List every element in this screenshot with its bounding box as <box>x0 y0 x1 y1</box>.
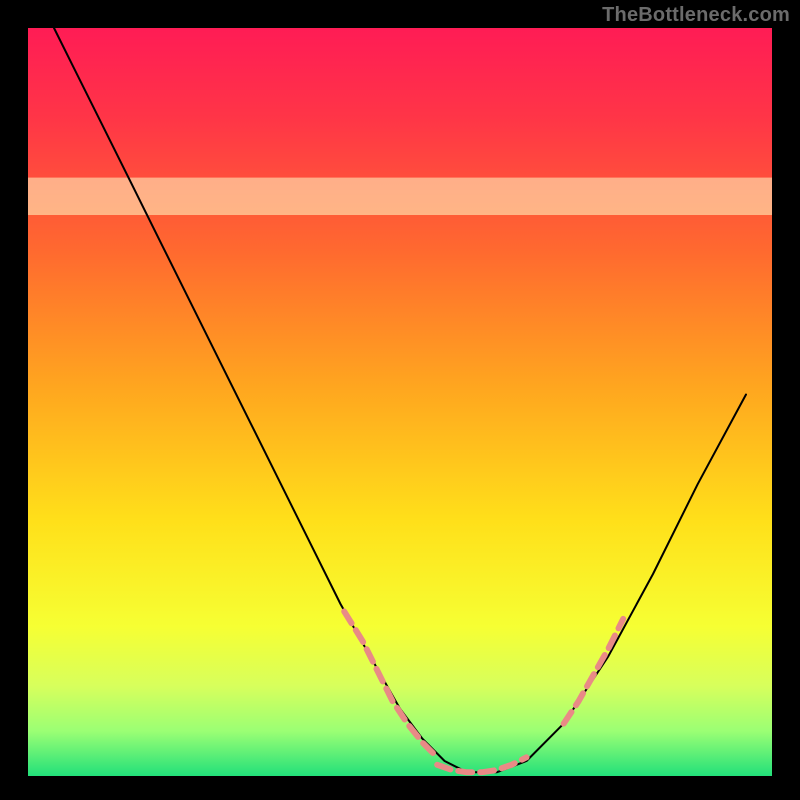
highlight-band <box>28 178 772 215</box>
gradient-background <box>28 28 772 776</box>
plot-area <box>28 28 772 776</box>
chart-stage: TheBottleneck.com <box>0 0 800 800</box>
bottleneck-chart <box>0 0 800 800</box>
